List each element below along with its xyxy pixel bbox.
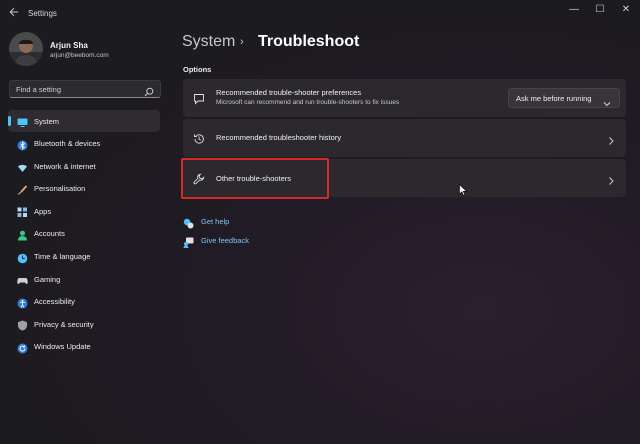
sidebar-nav: System Bluetooth & devices Network & int…	[8, 110, 160, 359]
sidebar-item-accessibility[interactable]: Accessibility	[8, 291, 160, 313]
minimize-button[interactable]: —	[564, 3, 584, 19]
highlight-box	[181, 158, 329, 199]
chevron-right-icon	[607, 133, 615, 145]
sidebar-item-personalisation[interactable]: Personalisation	[8, 178, 160, 200]
sidebar-item-label: Network & internet	[34, 161, 96, 171]
profile-name: Arjun Sha	[50, 41, 88, 50]
profile-email: arjun@beebom.com	[50, 52, 109, 59]
give-feedback-label: Give feedback	[201, 236, 249, 245]
title-bar: Settings — ☐ ✕	[0, 0, 640, 26]
search-input[interactable]: Find a setting	[9, 80, 161, 98]
sidebar-item-label: Apps	[34, 206, 52, 216]
close-button[interactable]: ✕	[616, 3, 636, 19]
sidebar-item-apps[interactable]: Apps	[8, 200, 160, 222]
chat-icon	[193, 92, 205, 105]
chevron-down-icon	[603, 95, 611, 107]
mouse-cursor-icon	[459, 183, 468, 196]
troubleshooter-preferences-card: Recommended trouble-shooter preferences …	[183, 79, 626, 117]
person-icon	[17, 228, 28, 241]
gamepad-icon	[17, 273, 28, 285]
card-title: Recommended trouble-shooter preferences	[216, 88, 362, 97]
sidebar-item-label: Bluetooth & devices	[34, 139, 101, 149]
sidebar-item-bluetooth[interactable]: Bluetooth & devices	[8, 133, 160, 155]
app-title: Settings	[28, 9, 57, 18]
sidebar-item-windows-update[interactable]: Windows Update	[8, 336, 160, 358]
breadcrumb-parent[interactable]: System	[182, 33, 235, 51]
sidebar-item-label: Privacy & security	[34, 319, 94, 329]
section-label: Options	[183, 65, 212, 74]
accessibility-icon	[17, 296, 28, 309]
apps-icon	[17, 205, 28, 218]
sidebar-item-gaming[interactable]: Gaming	[8, 268, 160, 290]
brush-icon	[17, 183, 28, 195]
sidebar-item-label: System	[34, 116, 60, 126]
get-help-label: Get help	[201, 217, 230, 226]
dropdown-value: Ask me before running	[516, 94, 592, 103]
sidebar-item-system[interactable]: System	[8, 110, 160, 132]
maximize-button[interactable]: ☐	[590, 3, 610, 19]
troubleshooter-history-card[interactable]: Recommended troubleshooter history	[183, 119, 626, 157]
sidebar-item-accounts[interactable]: Accounts	[8, 223, 160, 245]
update-icon	[17, 341, 28, 354]
sidebar-item-label: Accessibility	[34, 297, 75, 307]
sidebar-item-privacy[interactable]: Privacy & security	[8, 313, 160, 335]
sidebar-item-label: Windows Update	[34, 342, 91, 352]
sidebar-item-label: Time & language	[34, 252, 91, 262]
shield-icon	[17, 318, 28, 331]
wifi-icon	[17, 160, 28, 173]
card-subtitle: Microsoft can recommend and run trouble-…	[216, 99, 400, 106]
globe-clock-icon	[17, 251, 28, 263]
monitor-icon	[17, 115, 28, 127]
breadcrumb-separator: ›	[240, 36, 244, 48]
history-icon	[193, 132, 205, 144]
card-title: Recommended troubleshooter history	[216, 133, 342, 142]
sidebar-item-label: Personalisation	[34, 184, 86, 194]
sidebar-item-label: Accounts	[34, 229, 65, 239]
bluetooth-icon	[17, 138, 28, 151]
search-icon[interactable]	[144, 84, 154, 97]
help-icon	[183, 216, 194, 229]
chevron-right-icon	[607, 173, 615, 185]
back-arrow-icon[interactable]	[8, 6, 20, 18]
active-indicator	[8, 116, 11, 126]
avatar[interactable]	[9, 32, 43, 66]
sidebar-item-label: Gaming	[34, 274, 61, 284]
sidebar-item-network[interactable]: Network & internet	[8, 155, 160, 177]
sidebar-item-time-language[interactable]: Time & language	[8, 246, 160, 268]
search-placeholder: Find a setting	[16, 85, 62, 94]
feedback-icon	[183, 235, 194, 248]
troubleshooter-preference-dropdown[interactable]: Ask me before running	[508, 88, 620, 108]
page-title: Troubleshoot	[258, 33, 360, 50]
